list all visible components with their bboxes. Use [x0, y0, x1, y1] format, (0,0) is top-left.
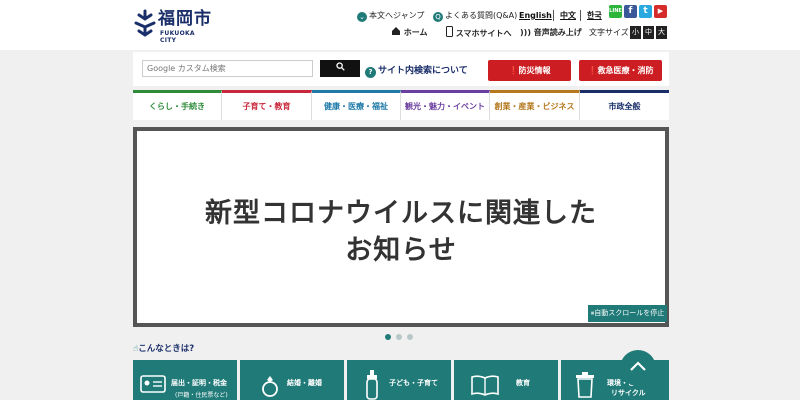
- carousel-dot-1[interactable]: [385, 334, 391, 340]
- nav-item-kenko[interactable]: 健康・医療・福祉: [312, 90, 401, 120]
- youtube-icon[interactable]: ▶: [654, 5, 667, 18]
- tile-todokede[interactable]: 届出・証明・税金 (戸籍・住民票など): [133, 360, 237, 400]
- nav-item-kanko[interactable]: 観光・魅力・イベント: [401, 90, 490, 120]
- category-tiles: 届出・証明・税金 (戸籍・住民票など) 結婚・離婚 子ども・子育て 教育 環境・…: [133, 360, 669, 400]
- faq-link[interactable]: Q よくある質問(Q&A): [433, 9, 517, 23]
- stop-autoscroll-button[interactable]: ⏸自動スクロールを停止: [588, 305, 667, 322]
- lang-chinese-link[interactable]: 中文: [560, 9, 576, 23]
- logo-text: 福岡市: [158, 9, 212, 29]
- chevron-down-icon: ⌄: [357, 12, 367, 22]
- twitter-icon[interactable]: t: [639, 5, 652, 18]
- nav-item-sogyo[interactable]: 創業・産業・ビジネス: [490, 90, 580, 120]
- font-size-small-button[interactable]: 小: [630, 26, 641, 39]
- read-aloud-link[interactable]: ))) 音声読み上げ: [520, 26, 582, 40]
- alert-icon: ❗: [508, 66, 519, 75]
- line-icon[interactable]: LINE: [609, 5, 622, 18]
- home-link[interactable]: ホーム: [391, 26, 428, 40]
- carousel-dot-3[interactable]: [407, 334, 413, 340]
- city-emblem-icon: [134, 9, 156, 37]
- hero-title-line1: 新型コロナウイルスに関連した: [205, 198, 597, 229]
- font-size-label: 文字サイズ: [589, 28, 629, 37]
- facebook-icon[interactable]: f: [624, 5, 637, 18]
- speaker-icon: ))): [520, 28, 531, 37]
- lang-english-link[interactable]: English: [519, 9, 552, 23]
- home-icon: [392, 27, 400, 35]
- alert-icon: ❗: [587, 66, 598, 75]
- nav-item-kurashi[interactable]: くらし・手続き: [133, 90, 222, 120]
- tile-kyoiku[interactable]: 教育: [454, 360, 558, 400]
- nav-item-shisei[interactable]: 市政全般: [580, 90, 669, 120]
- trash-can-icon: [576, 372, 594, 398]
- ring-icon: [262, 376, 278, 397]
- carousel-dot-2[interactable]: [396, 334, 402, 340]
- font-size-large-button[interactable]: 大: [656, 26, 667, 39]
- search-icon: [335, 62, 345, 71]
- smartphone-site-link[interactable]: スマホサイトへ: [446, 26, 512, 40]
- fukuoka-city-logo[interactable]: 福岡市 FUKUOKA CITY: [133, 9, 213, 44]
- search-help-link[interactable]: ? サイト内検索について: [365, 63, 468, 78]
- smartphone-icon: [446, 26, 453, 37]
- nav-item-kosodate[interactable]: 子育て・教育: [222, 90, 312, 120]
- question-icon: ?: [365, 67, 376, 78]
- divider: [553, 10, 554, 21]
- search-bar: ?サイト内検索について ❗防災情報 ❗救急医療・消防: [133, 52, 669, 86]
- hero-banner[interactable]: 新型コロナウイルスに関連した お知らせ ⏸自動スクロールを停止: [133, 127, 669, 327]
- id-card-icon: [140, 375, 166, 393]
- back-to-top-button[interactable]: [620, 350, 656, 386]
- book-icon: [471, 375, 499, 396]
- chevron-up-icon: [630, 361, 646, 371]
- emergency-medical-button[interactable]: ❗救急医療・消防: [579, 60, 662, 81]
- logo-subtext: FUKUOKA CITY: [160, 30, 195, 44]
- baby-bottle-icon: [366, 370, 378, 400]
- site-header: 福岡市 FUKUOKA CITY ⌄ 本文へジャンプ Q よくある質問(Q&A) E…: [0, 0, 800, 50]
- tile-kodomo[interactable]: 子ども・子育て: [347, 360, 451, 400]
- lang-korean-link[interactable]: 한국: [587, 9, 602, 23]
- font-size-medium-button[interactable]: 中: [643, 26, 654, 39]
- search-input[interactable]: [142, 60, 313, 77]
- question-icon: Q: [433, 12, 443, 22]
- tile-kekkon[interactable]: 結婚・離婚: [240, 360, 344, 400]
- main-navigation: くらし・手続き 子育て・教育 健康・医療・福祉 観光・魅力・イベント 創業・産業…: [133, 90, 669, 120]
- search-button[interactable]: [320, 60, 360, 77]
- divider: [580, 10, 581, 21]
- skip-to-content-link[interactable]: ⌄ 本文へジャンプ: [357, 9, 424, 23]
- section-heading-konna: ☝こんなときは?: [133, 344, 195, 354]
- hero-title-line2: お知らせ: [345, 235, 457, 266]
- disaster-info-button[interactable]: ❗防災情報: [488, 60, 571, 81]
